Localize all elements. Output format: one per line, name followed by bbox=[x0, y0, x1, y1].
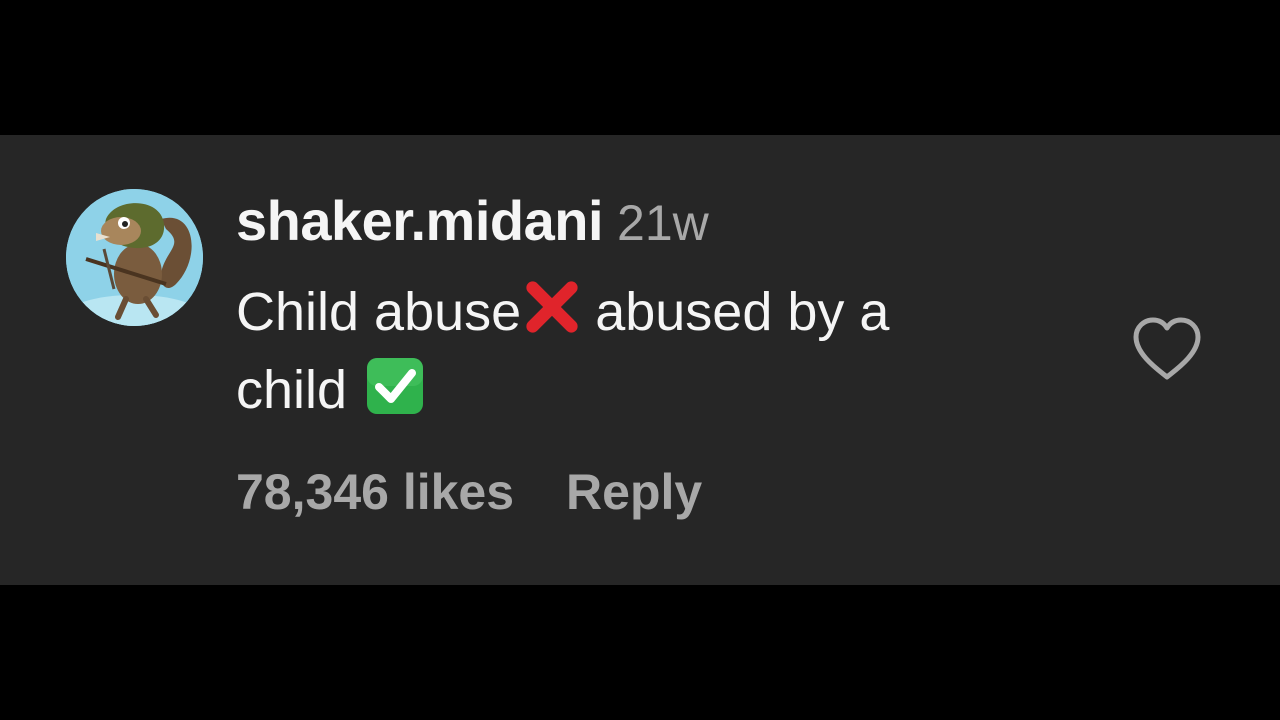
comment-header: shaker.midani 21w bbox=[236, 193, 709, 249]
like-button[interactable] bbox=[1130, 315, 1204, 383]
comment-line-2: child bbox=[236, 351, 1096, 429]
comment-actions: 78,346 likes Reply bbox=[236, 467, 702, 517]
comment-card: shaker.midani 21w Child abuse abused by a … bbox=[0, 135, 1280, 585]
likes-count[interactable]: 78,346 likes bbox=[236, 464, 514, 520]
comment-text-part-2: abused by a bbox=[595, 282, 890, 342]
comment-line-1: Child abuse abused by a bbox=[236, 273, 1096, 351]
screen: shaker.midani 21w Child abuse abused by a … bbox=[0, 0, 1280, 720]
squirrel-avatar-image bbox=[66, 189, 203, 326]
comment-text-part-1: Child abuse bbox=[236, 282, 522, 342]
check-mark-button-emoji-icon bbox=[367, 358, 424, 414]
cross-mark-emoji-icon bbox=[526, 281, 578, 333]
comment-text: Child abuse abused by a child bbox=[236, 273, 1096, 429]
avatar[interactable] bbox=[66, 189, 203, 326]
comment-text-part-3: child bbox=[236, 360, 348, 420]
heart-outline-icon bbox=[1133, 317, 1201, 380]
timestamp: 21w bbox=[617, 195, 709, 251]
reply-button[interactable]: Reply bbox=[566, 464, 702, 520]
username[interactable]: shaker.midani bbox=[236, 189, 604, 252]
